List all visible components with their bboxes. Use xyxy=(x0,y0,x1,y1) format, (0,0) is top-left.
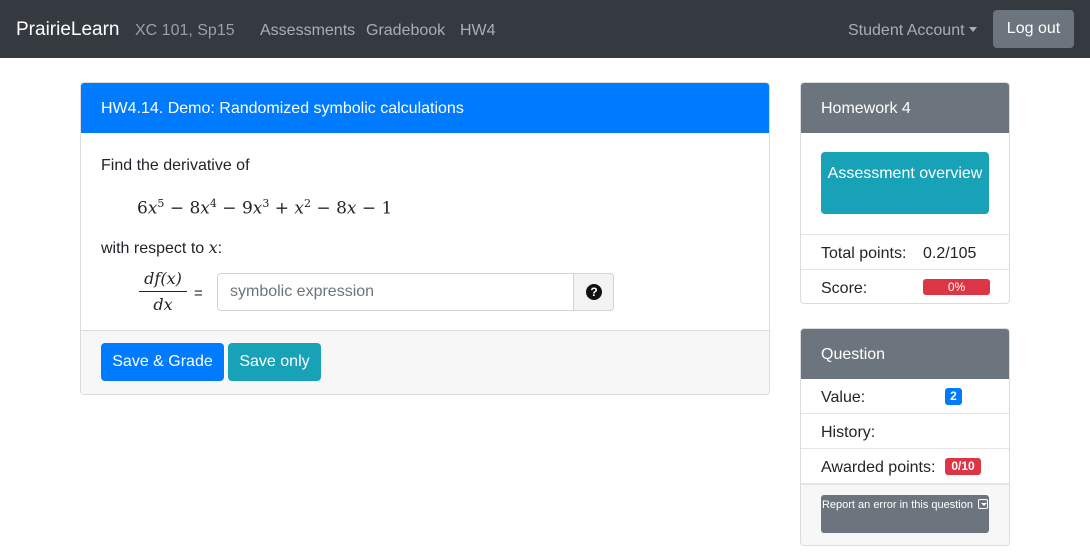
equals-sign: = xyxy=(194,285,203,302)
answer-input-group: ? xyxy=(217,273,614,311)
symbolic-expression-input[interactable] xyxy=(217,273,574,311)
fraction-denominator: dx xyxy=(153,295,173,314)
total-points-value: 0.2/105 xyxy=(923,245,977,262)
course-name: XC 101, Sp15 xyxy=(135,22,235,39)
fraction-numerator: df(x) xyxy=(139,269,187,292)
score-progress-bar: 0% xyxy=(923,279,990,295)
question-info-card: Question Value: 2 History: Awarded point… xyxy=(800,328,1010,546)
assessment-card: Homework 4 Assessment overview Total poi… xyxy=(800,82,1010,304)
history-row: History: xyxy=(801,414,1009,449)
awarded-points-label: Awarded points: xyxy=(821,459,936,476)
derivative-fraction: df(x) dx xyxy=(139,269,187,314)
total-points-label: Total points: xyxy=(821,245,907,262)
overview-section: Assessment overview xyxy=(801,133,1009,235)
caret-down-icon xyxy=(968,27,977,32)
nav-gradebook-link[interactable]: Gradebook xyxy=(366,22,445,40)
report-error-label: Report an error in this question xyxy=(821,499,973,511)
nav-hw4-link[interactable]: HW4 xyxy=(460,22,496,40)
assessment-card-title: Homework 4 xyxy=(801,83,1009,133)
question-prompt: Find the derivative of xyxy=(101,157,250,174)
logout-button[interactable]: Log out xyxy=(993,10,1074,48)
question-body: Find the derivative of 6x5 − 8x4 − 9x3 +… xyxy=(81,133,769,331)
respect-prefix: with respect to xyxy=(101,240,205,257)
question-card: HW4.14. Demo: Randomized symbolic calcul… xyxy=(80,82,770,395)
respect-to-text: with respect to x: xyxy=(101,238,222,258)
save-only-button[interactable]: Save only xyxy=(228,343,321,381)
student-account-dropdown[interactable]: Student Account xyxy=(848,22,977,40)
value-row: Value: 2 xyxy=(801,379,1009,414)
assessment-overview-button[interactable]: Assessment overview xyxy=(821,152,989,214)
value-badge: 2 xyxy=(945,388,962,405)
awarded-points-row: Awarded points: 0/10 xyxy=(801,449,1009,484)
respect-variable: x xyxy=(208,238,218,257)
score-label: Score: xyxy=(821,280,868,297)
respect-suffix: : xyxy=(217,240,223,257)
total-points-row: Total points: 0.2/105 xyxy=(801,235,1009,270)
polynomial-expression: 6x5 − 8x4 − 9x3 + x2 − 8x − 1 xyxy=(137,197,393,219)
awarded-points-badge: 0/10 xyxy=(945,458,981,475)
question-footer: Save & Grade Save only xyxy=(81,331,769,394)
question-card-footer: Report an error in this question xyxy=(801,484,1009,545)
question-title: HW4.14. Demo: Randomized symbolic calcul… xyxy=(81,83,769,133)
history-label: History: xyxy=(821,424,876,441)
help-button[interactable]: ? xyxy=(573,273,614,311)
account-label: Student Account xyxy=(848,22,965,39)
nav-assessments-link[interactable]: Assessments xyxy=(260,22,355,40)
value-label: Value: xyxy=(821,389,866,406)
report-error-button[interactable]: Report an error in this question xyxy=(821,495,989,533)
score-row: Score: 0% xyxy=(801,270,1009,303)
chevron-down-icon xyxy=(978,499,989,509)
question-circle-icon: ? xyxy=(586,284,602,300)
save-and-grade-button[interactable]: Save & Grade xyxy=(101,343,224,381)
brand-link[interactable]: PrairieLearn xyxy=(16,19,120,41)
top-navbar: PrairieLearn XC 101, Sp15 Assessments Gr… xyxy=(0,0,1090,58)
question-card-title: Question xyxy=(801,329,1009,379)
